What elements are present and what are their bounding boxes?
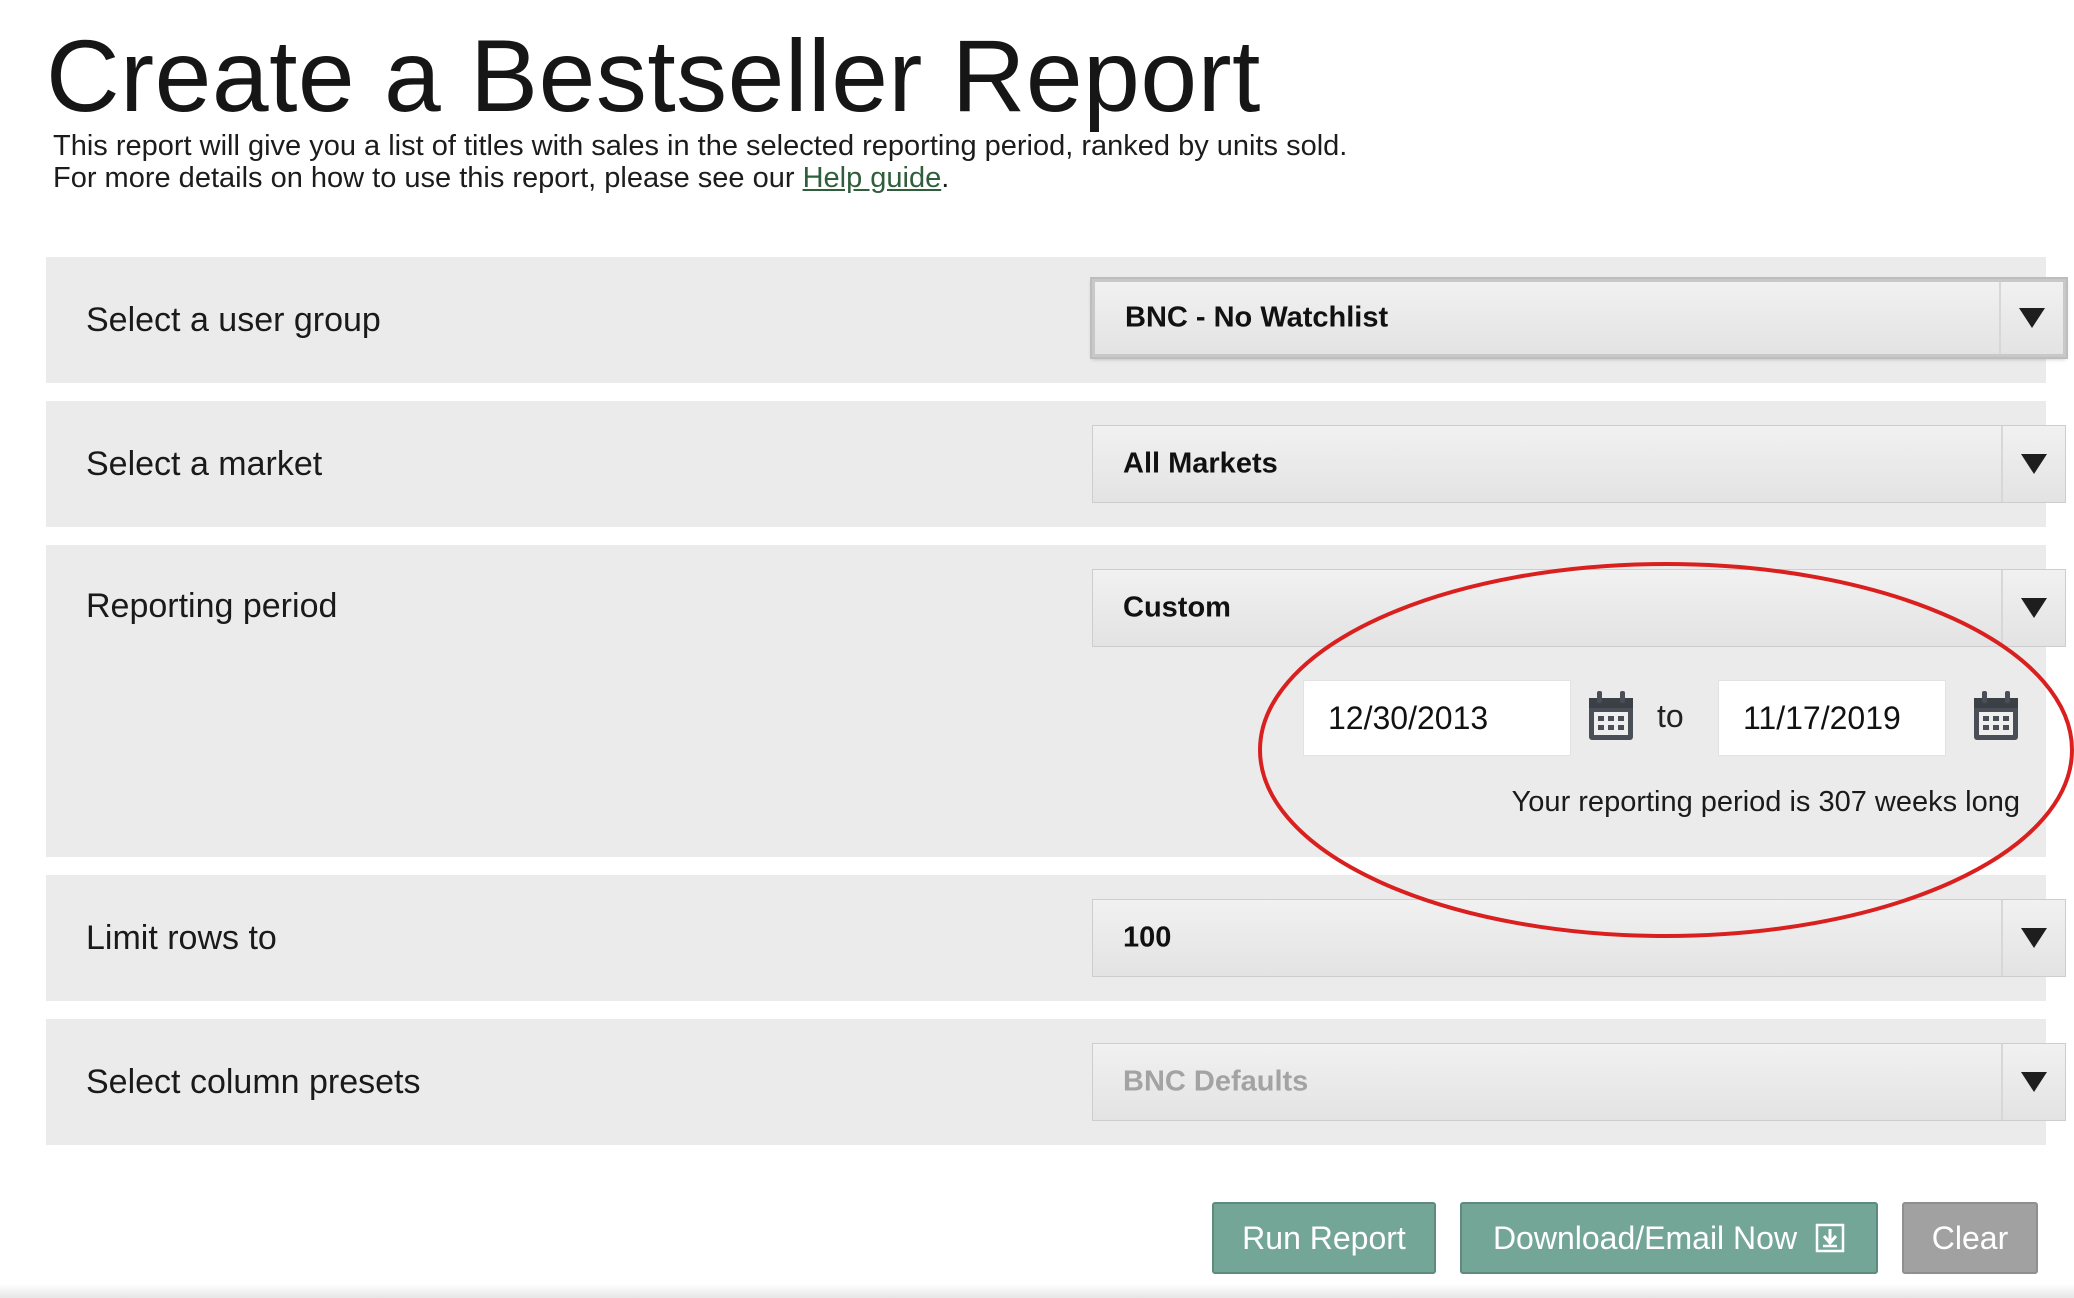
download-email-button[interactable]: Download/Email Now	[1460, 1202, 1878, 1274]
chevron-down-icon[interactable]	[2001, 1044, 2065, 1120]
market-label: Select a market	[86, 445, 323, 483]
limit-rows-select[interactable]: 100	[1092, 899, 2066, 977]
reporting-period-value: Custom	[1123, 591, 1231, 624]
market-select[interactable]: All Markets	[1092, 425, 2066, 503]
run-report-label: Run Report	[1242, 1219, 1406, 1256]
market-value: All Markets	[1123, 447, 1278, 480]
intro-text: This report will give you a list of titl…	[53, 130, 1347, 194]
calendar-icon[interactable]	[1972, 690, 2020, 742]
clear-button[interactable]: Clear	[1902, 1202, 2038, 1274]
page-title: Create a Bestseller Report	[46, 19, 1261, 133]
run-report-button[interactable]: Run Report	[1212, 1202, 1436, 1274]
market-row: Select a market All Markets	[46, 401, 2066, 527]
limit-rows-row: Limit rows to 100	[46, 875, 2066, 1001]
page-bottom-shadow	[0, 1284, 2074, 1298]
chevron-down-icon[interactable]	[2001, 426, 2065, 502]
column-presets-label: Select column presets	[86, 1063, 421, 1101]
intro-line-2: For more details on how to use this repo…	[53, 162, 1347, 194]
limit-rows-value: 100	[1123, 921, 1172, 954]
end-date-input[interactable]: 11/17/2019	[1718, 680, 1946, 756]
date-range-to-label: to	[1657, 698, 1684, 734]
column-presets-select[interactable]: BNC Defaults	[1092, 1043, 2066, 1121]
calendar-icon[interactable]	[1587, 690, 1635, 742]
user-group-label: Select a user group	[86, 301, 381, 339]
start-date-input[interactable]: 12/30/2013	[1303, 680, 1571, 756]
chevron-down-icon[interactable]	[1999, 282, 2063, 354]
column-presets-row: Select column presets BNC Defaults	[46, 1019, 2066, 1145]
user-group-row: Select a user group BNC - No Watchlist	[46, 257, 2066, 383]
help-guide-link[interactable]: Help guide	[803, 162, 942, 194]
download-email-label: Download/Email Now	[1492, 1219, 1798, 1256]
reporting-period-label: Reporting period	[86, 587, 338, 625]
clear-label: Clear	[1931, 1219, 2009, 1256]
chevron-down-icon[interactable]	[2001, 570, 2065, 646]
download-icon	[1815, 1223, 1845, 1253]
chevron-down-icon[interactable]	[2001, 900, 2065, 976]
limit-rows-label: Limit rows to	[86, 919, 277, 957]
reporting-period-length-note: Your reporting period is 307 weeks long	[1511, 786, 2020, 818]
intro-line-1: This report will give you a list of titl…	[53, 130, 1348, 162]
user-group-select[interactable]: BNC - No Watchlist	[1092, 279, 2066, 357]
user-group-value: BNC - No Watchlist	[1125, 301, 1389, 334]
reporting-period-select[interactable]: Custom	[1092, 569, 2066, 647]
column-presets-value: BNC Defaults	[1123, 1065, 1309, 1098]
intro-line-2-suffix: .	[941, 162, 950, 194]
intro-line-2-prefix: For more details on how to use this repo…	[53, 162, 803, 194]
